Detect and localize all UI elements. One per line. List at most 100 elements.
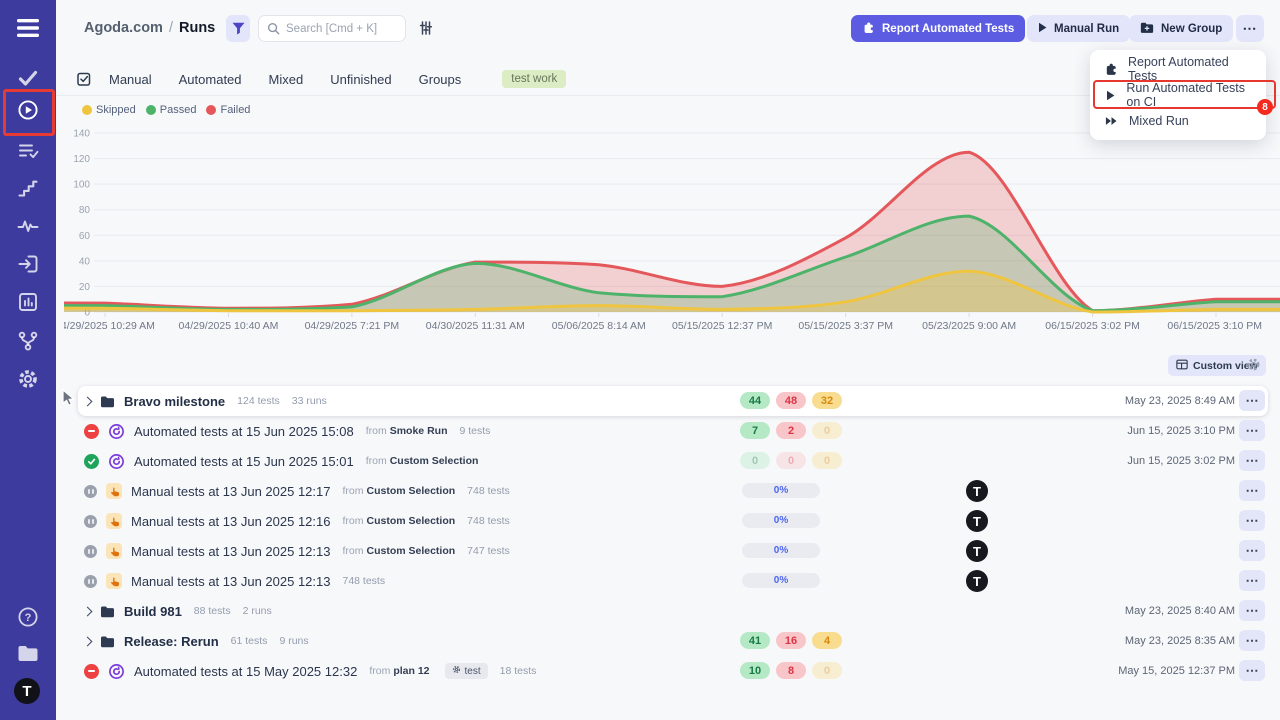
run-tag[interactable]: test (445, 663, 488, 679)
run-row[interactable]: Manual tests at 13 Jun 2025 12:13748 tes… (64, 566, 1268, 596)
progress-bar: 0% (742, 483, 820, 498)
menu-item-mixed-run[interactable]: Mixed Run (1090, 108, 1266, 134)
mouse-cursor (62, 389, 77, 413)
row-more-button[interactable]: ⋯ (1239, 630, 1265, 651)
new-group-button[interactable]: New Group (1129, 15, 1233, 42)
manual-run-button[interactable]: Manual Run (1027, 15, 1130, 42)
run-row[interactable]: Automated tests at 15 Jun 2025 15:01from… (64, 446, 1268, 476)
run-row[interactable]: Manual tests at 13 Jun 2025 12:13fromCus… (64, 536, 1268, 566)
sidebar-item-reports[interactable] (16, 290, 40, 314)
group-row[interactable]: Build 98188 tests2 runsMay 23, 2025 8:40… (64, 596, 1268, 626)
hamburger-menu-icon[interactable] (16, 16, 40, 40)
projects-folder-icon[interactable] (16, 641, 40, 665)
svg-text:05/15/2025 3:37 PM: 05/15/2025 3:37 PM (798, 320, 893, 332)
table-view-icon (1176, 359, 1188, 373)
svg-text:60: 60 (79, 231, 91, 242)
chevron-right-icon[interactable] (83, 396, 93, 406)
row-content: Manual tests at 13 Jun 2025 12:13fromCus… (64, 536, 1268, 566)
sidebar-item-tests[interactable] (16, 66, 40, 90)
sidebar-item-pulse[interactable] (16, 214, 40, 238)
more-actions-button[interactable]: ⋯ (1236, 15, 1264, 42)
row-more-button[interactable]: ⋯ (1239, 510, 1265, 531)
menu-item-report-automated-tests[interactable]: Report Automated Tests (1090, 56, 1266, 82)
svg-text:05/06/2025 8:14 AM: 05/06/2025 8:14 AM (552, 320, 646, 332)
row-more-button[interactable]: ⋯ (1239, 390, 1265, 411)
run-source: fromCustom Selection (342, 545, 455, 557)
report-automated-tests-button[interactable]: Report Automated Tests (851, 15, 1025, 42)
tests-count: 124 tests (237, 395, 280, 407)
sidebar-item-import[interactable] (16, 252, 40, 276)
row-more-button[interactable]: ⋯ (1239, 480, 1265, 501)
runs-highlight-box (3, 89, 55, 136)
svg-text:05/23/2025 9:00 AM: 05/23/2025 9:00 AM (922, 320, 1016, 332)
run-date: May 23, 2025 8:35 AM (1125, 626, 1235, 656)
legend-dot (206, 105, 216, 115)
fast-forward-icon (1104, 116, 1119, 126)
assignee-avatar: T (966, 480, 988, 502)
legend-item-passed: Passed (146, 104, 197, 116)
group-name: Bravo milestone (124, 394, 225, 409)
assignee-avatar: T (966, 540, 988, 562)
sidebar-item-plans[interactable] (16, 139, 40, 163)
svg-text:80: 80 (79, 205, 91, 216)
tests-count: 88 tests (194, 605, 231, 617)
tab-unfinished[interactable]: Unfinished (330, 72, 391, 87)
run-row[interactable]: Automated tests at 15 May 2025 12:32from… (64, 656, 1268, 686)
run-source: fromCustom Selection (366, 455, 479, 467)
run-date: Jun 15, 2025 3:02 PM (1127, 446, 1235, 476)
row-more-button[interactable]: ⋯ (1239, 540, 1265, 561)
run-row[interactable]: Automated tests at 15 Jun 2025 15:08from… (64, 416, 1268, 446)
row-more-button[interactable]: ⋯ (1239, 660, 1265, 681)
filter-tag[interactable]: test work (502, 70, 566, 88)
checklist-icon[interactable] (76, 71, 92, 87)
progress-bar: 0% (742, 513, 820, 528)
manual-run-icon (106, 513, 122, 529)
skipped-count-badge: 0 (812, 452, 842, 469)
sidebar-item-settings[interactable] (16, 367, 40, 391)
run-row[interactable]: Manual tests at 13 Jun 2025 12:17fromCus… (64, 476, 1268, 506)
view-settings-gear-icon[interactable] (1246, 357, 1261, 377)
row-more-button[interactable]: ⋯ (1239, 600, 1265, 621)
help-icon[interactable]: ? (16, 605, 40, 629)
breadcrumb-project[interactable]: Agoda.com (84, 20, 163, 36)
row-more-button[interactable]: ⋯ (1239, 450, 1265, 471)
tab-mixed[interactable]: Mixed (269, 72, 304, 87)
row-more-button[interactable]: ⋯ (1239, 420, 1265, 441)
app-logo[interactable]: T (14, 678, 40, 704)
chevron-right-icon[interactable] (83, 636, 93, 646)
tests-count: 748 tests (467, 515, 510, 527)
adjustments-icon[interactable] (418, 20, 434, 41)
row-more-button[interactable]: ⋯ (1239, 570, 1265, 591)
group-name: Release: Rerun (124, 634, 219, 649)
runs-page: ? T Agoda.com/Runs Report Automated Test… (0, 0, 1280, 720)
status-in-progress-icon (84, 515, 97, 528)
sidebar-item-branches[interactable] (16, 329, 40, 353)
tab-manual[interactable]: Manual (109, 72, 152, 87)
manual-run-icon (106, 543, 122, 559)
group-row[interactable]: Bravo milestone124 tests33 runs444832May… (64, 386, 1268, 416)
menu-item-label: Report Automated Tests (1128, 55, 1252, 83)
assignee-avatar: T (966, 570, 988, 592)
legend-item-skipped: Skipped (82, 104, 136, 116)
run-row[interactable]: Manual tests at 13 Jun 2025 12:16fromCus… (64, 506, 1268, 536)
row-content: Release: Rerun61 tests9 runs (64, 626, 1268, 656)
chevron-right-icon[interactable] (83, 606, 93, 616)
skipped-count-badge: 4 (812, 632, 842, 649)
run-title: Manual tests at 13 Jun 2025 12:16 (131, 514, 330, 529)
passed-count-badge: 0 (740, 452, 770, 469)
svg-text:100: 100 (73, 180, 90, 191)
tab-automated[interactable]: Automated (179, 72, 242, 87)
group-row[interactable]: Release: Rerun61 tests9 runs41164May 23,… (64, 626, 1268, 656)
svg-text:04/29/2025 10:40 AM: 04/29/2025 10:40 AM (179, 320, 279, 332)
status-in-progress-icon (84, 545, 97, 558)
sidebar-item-progress[interactable] (16, 176, 40, 200)
svg-text:140: 140 (73, 129, 90, 140)
tab-groups[interactable]: Groups (419, 72, 462, 87)
search-input[interactable] (258, 15, 406, 42)
row-content: Manual tests at 13 Jun 2025 12:17fromCus… (64, 476, 1268, 506)
runs-table: Bravo milestone124 tests33 runs444832May… (64, 386, 1268, 686)
automated-run-icon (108, 453, 125, 470)
filter-button[interactable] (226, 15, 250, 42)
skipped-count-badge: 0 (812, 422, 842, 439)
tests-count: 747 tests (467, 545, 510, 557)
